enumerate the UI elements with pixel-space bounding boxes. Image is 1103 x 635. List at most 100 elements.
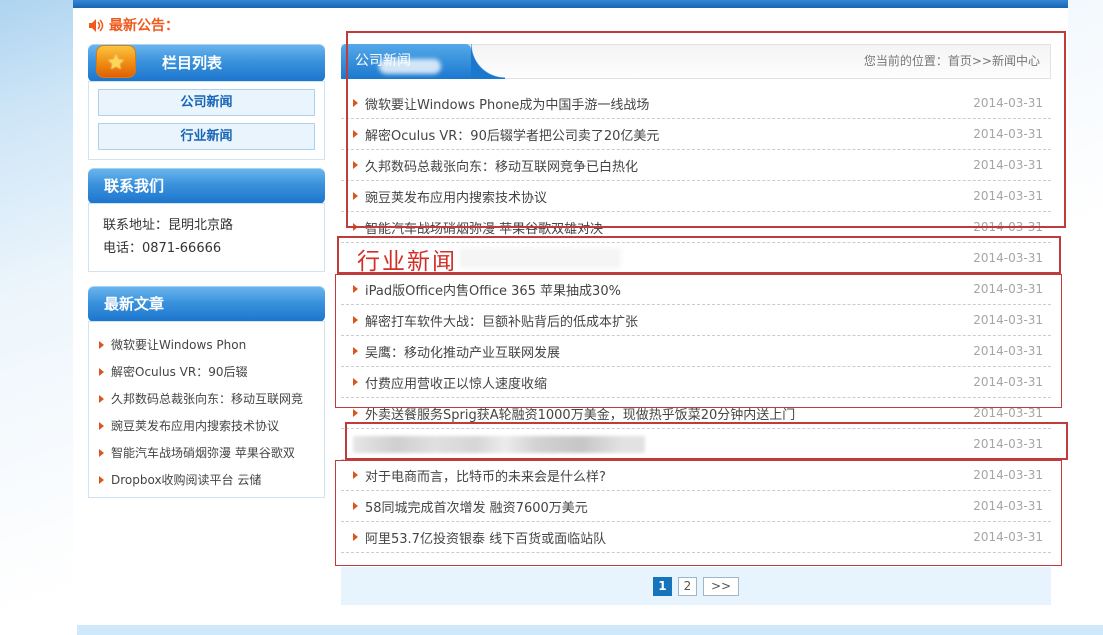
table-row[interactable]: 58同城完成首次增发 融资7600万美元 2014-03-31 xyxy=(341,491,1051,522)
page-button-1[interactable]: 1 xyxy=(653,577,672,596)
news-title[interactable]: 吴鹰：移动化推动产业互联网发展 xyxy=(365,342,560,361)
bullet-arrow-icon xyxy=(353,316,358,324)
news-title[interactable]: iPad版Office内售Office 365 苹果抽成30% xyxy=(365,280,621,299)
article-link[interactable]: 豌豆荚发布应用内搜索技术协议 xyxy=(111,417,279,434)
latest-articles-body: 微软要让Windows Phon 解密Oculus VR：90后辍 久邦数码总裁… xyxy=(88,321,325,498)
table-row-blurred[interactable]: 2014-03-31 xyxy=(341,429,1051,460)
top-blue-bar xyxy=(73,0,1068,8)
table-row[interactable]: 阿里53.7亿投资银泰 线下百货或面临站队 2014-03-31 xyxy=(341,522,1051,553)
table-row[interactable]: 付费应用营收正以惊人速度收缩 2014-03-31 xyxy=(341,367,1051,398)
sidebar-item-company-news[interactable]: 公司新闻 xyxy=(98,89,315,116)
tab-flare-shape xyxy=(471,44,505,79)
article-link[interactable]: 解密Oculus VR：90后辍 xyxy=(111,363,247,380)
news-date: 2014-03-31 xyxy=(973,375,1043,389)
news-title[interactable]: 豌豆荚发布应用内搜索技术协议 xyxy=(365,187,547,206)
news-date: 2014-03-31 xyxy=(973,406,1043,420)
news-title[interactable]: 微软要让Windows Phone成为中国手游一线战场 xyxy=(365,94,649,113)
news-title[interactable]: 久邦数码总裁张向东：移动互联网竞争已白热化 xyxy=(365,156,638,175)
pagination: 1 2 >> xyxy=(341,567,1051,605)
news-date: 2014-03-31 xyxy=(973,313,1043,327)
bullet-arrow-icon xyxy=(99,476,104,484)
article-link[interactable]: 智能汽车战场硝烟弥漫 苹果谷歌双 xyxy=(111,444,295,461)
list-item[interactable]: 解密Oculus VR：90后辍 xyxy=(99,358,316,385)
table-row[interactable]: 解密打车软件大战：巨额补贴背后的低成本扩张 2014-03-31 xyxy=(341,305,1051,336)
news-date: 2014-03-31 xyxy=(973,530,1043,544)
star-badge-icon: ★ xyxy=(96,45,136,78)
news-title[interactable]: 58同城完成首次增发 融资7600万美元 xyxy=(365,497,588,516)
news-title[interactable]: 付费应用营收正以惊人速度收缩 xyxy=(365,373,547,392)
news-date: 2014-03-31 xyxy=(973,251,1043,265)
table-row[interactable]: iPad版Office内售Office 365 苹果抽成30% 2014-03-3… xyxy=(341,274,1051,305)
table-row[interactable]: 豌豆荚发布应用内搜索技术协议 2014-03-31 xyxy=(341,181,1051,212)
table-row[interactable]: 吴鹰：移动化推动产业互联网发展 2014-03-31 xyxy=(341,336,1051,367)
bullet-arrow-icon xyxy=(353,409,358,417)
news-list: 微软要让Windows Phone成为中国手游一线战场 2014-03-31 解密… xyxy=(341,88,1051,553)
contact-header: 联系我们 xyxy=(88,168,325,204)
table-row-censored[interactable]: 2014-03-31 xyxy=(341,243,1051,274)
star-icon: ★ xyxy=(107,52,125,72)
news-date: 2014-03-31 xyxy=(973,499,1043,513)
bullet-arrow-icon xyxy=(353,223,358,231)
bullet-arrow-icon xyxy=(353,192,358,200)
news-date: 2014-03-31 xyxy=(973,282,1043,296)
blurred-title-patch xyxy=(353,436,645,453)
announcement-bar: 最新公告： xyxy=(88,15,179,35)
news-date: 2014-03-31 xyxy=(973,344,1043,358)
bullet-arrow-icon xyxy=(353,161,358,169)
news-title[interactable]: 解密打车软件大战：巨额补贴背后的低成本扩张 xyxy=(365,311,638,330)
latest-articles-title: 最新文章 xyxy=(104,295,164,313)
bullet-arrow-icon xyxy=(99,422,104,430)
bullet-arrow-icon xyxy=(99,368,104,376)
news-title[interactable]: 阿里53.7亿投资银泰 线下百货或面临站队 xyxy=(365,528,606,547)
bullet-arrow-icon xyxy=(353,130,358,138)
news-date: 2014-03-31 xyxy=(973,220,1043,234)
next-page-button[interactable]: >> xyxy=(703,577,739,596)
article-link[interactable]: 微软要让Windows Phon xyxy=(111,336,246,353)
bullet-arrow-icon xyxy=(353,347,358,355)
news-date: 2014-03-31 xyxy=(973,468,1043,482)
bullet-arrow-icon xyxy=(99,395,104,403)
sidebar-item-industry-news[interactable]: 行业新闻 xyxy=(98,123,315,150)
bullet-arrow-icon xyxy=(353,99,358,107)
news-title[interactable]: 解密Oculus VR：90后辍学者把公司卖了20亿美元 xyxy=(365,125,659,144)
latest-articles-header: 最新文章 xyxy=(88,286,325,322)
column-list-body: 公司新闻 行业新闻 xyxy=(88,81,325,160)
breadcrumb[interactable]: 您当前的位置：首页>>新闻中心 xyxy=(864,45,1040,78)
footer-strip xyxy=(77,625,1103,635)
table-row[interactable]: 智能汽车战场硝烟弥漫 苹果谷歌双雄对决 2014-03-31 xyxy=(341,212,1051,243)
censor-blur-patch xyxy=(459,248,621,268)
news-date: 2014-03-31 xyxy=(973,127,1043,141)
bullet-arrow-icon xyxy=(99,449,104,457)
list-item[interactable]: 豌豆荚发布应用内搜索技术协议 xyxy=(99,412,316,439)
news-date: 2014-03-31 xyxy=(973,189,1043,203)
table-row[interactable]: 微软要让Windows Phone成为中国手游一线战场 2014-03-31 xyxy=(341,88,1051,119)
list-item[interactable]: 微软要让Windows Phon xyxy=(99,331,316,358)
table-row[interactable]: 久邦数码总裁张向东：移动互联网竞争已白热化 2014-03-31 xyxy=(341,150,1051,181)
news-date: 2014-03-31 xyxy=(973,96,1043,110)
announcement-label: 最新公告： xyxy=(109,15,179,35)
table-row[interactable]: 解密Oculus VR：90后辍学者把公司卖了20亿美元 2014-03-31 xyxy=(341,119,1051,150)
news-date: 2014-03-31 xyxy=(973,437,1043,451)
list-item[interactable]: 智能汽车战场硝烟弥漫 苹果谷歌双 xyxy=(99,439,316,466)
news-title[interactable]: 智能汽车战场硝烟弥漫 苹果谷歌双雄对决 xyxy=(365,218,603,237)
bullet-arrow-icon xyxy=(353,378,358,386)
page-button-2[interactable]: 2 xyxy=(678,577,697,596)
table-row[interactable]: 对于电商而言，比特币的未来会是什么样? 2014-03-31 xyxy=(341,460,1051,491)
speaker-icon xyxy=(88,18,104,33)
news-title[interactable]: 对于电商而言，比特币的未来会是什么样? xyxy=(365,466,606,485)
bullet-arrow-icon xyxy=(353,471,358,479)
table-row[interactable]: 外卖送餐服务Sprig获A轮融资1000万美金，现做热乎饭菜20分钟内送上门 20… xyxy=(341,398,1051,429)
contact-address: 联系地址：昆明北京路 xyxy=(103,214,324,237)
bullet-arrow-icon xyxy=(353,285,358,293)
bullet-arrow-icon xyxy=(353,533,358,541)
page: 最新公告： ★ 栏目列表 公司新闻 行业新闻 联系我们 联系地址：昆明北京路 电… xyxy=(0,0,1103,635)
article-link[interactable]: Dropbox收购阅读平台 云储 xyxy=(111,471,261,488)
column-list-title: 栏目列表 xyxy=(162,54,222,72)
bullet-arrow-icon xyxy=(99,341,104,349)
list-item[interactable]: Dropbox收购阅读平台 云储 xyxy=(99,466,316,493)
article-link[interactable]: 久邦数码总裁张向东：移动互联网竞 xyxy=(111,390,303,407)
list-item[interactable]: 久邦数码总裁张向东：移动互联网竞 xyxy=(99,385,316,412)
contact-title: 联系我们 xyxy=(104,177,164,195)
news-date: 2014-03-31 xyxy=(973,158,1043,172)
news-title[interactable]: 外卖送餐服务Sprig获A轮融资1000万美金，现做热乎饭菜20分钟内送上门 xyxy=(365,404,795,423)
